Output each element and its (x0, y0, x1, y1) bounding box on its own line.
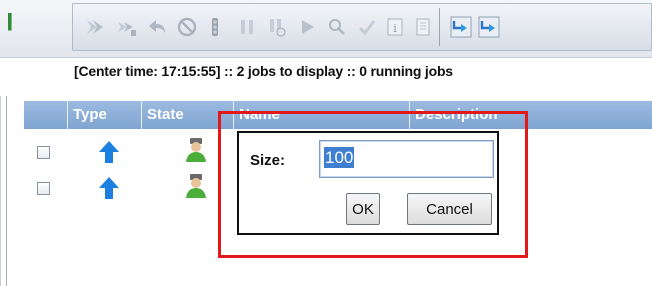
toolbar: ן i (0, 0, 652, 58)
user-green-icon (184, 174, 208, 198)
toolbar-separator (439, 8, 440, 46)
size-label: Size: (250, 152, 286, 169)
row-checkbox[interactable] (37, 182, 50, 195)
row-checkbox[interactable] (37, 146, 50, 159)
size-input-value: 100 (324, 147, 355, 168)
svg-text:i: i (393, 22, 397, 35)
status-line: [Center time: 17:15:55] :: 2 jobs to dis… (74, 63, 453, 79)
arrow-right-icon[interactable] (83, 14, 107, 40)
step-arrow-icon[interactable] (449, 14, 473, 40)
info-icon[interactable]: i (383, 14, 407, 40)
blue-up-arrow-icon (98, 140, 120, 164)
job-monitor-window: ן i [Center time: 17:15:55]:: 2 jobs to… (0, 0, 652, 286)
play-icon[interactable] (295, 14, 319, 40)
column-header-select[interactable] (24, 101, 68, 129)
pause-icon[interactable] (235, 14, 259, 40)
size-input[interactable]: 100 (319, 140, 494, 178)
prohibited-icon[interactable] (175, 14, 199, 40)
magnifier-icon[interactable] (325, 14, 349, 40)
size-dialog: Size: 100 OK Cancel (237, 131, 499, 235)
document-icon[interactable] (411, 14, 435, 40)
ok-button[interactable]: OK (346, 193, 380, 225)
column-header-type[interactable]: Type (68, 101, 142, 129)
arrow-right-multi-icon[interactable] (115, 14, 139, 40)
left-border (0, 96, 1, 286)
pause-clock-icon[interactable] (265, 14, 289, 40)
traffic-light-icon[interactable] (203, 14, 227, 40)
toolbar-button-group: i (72, 3, 652, 51)
left-panel-tab[interactable]: ן (0, 6, 24, 46)
step-arrow-alt-icon[interactable] (477, 14, 501, 40)
blue-up-arrow-icon (98, 176, 120, 200)
user-green-icon (184, 138, 208, 162)
cancel-button[interactable]: Cancel (407, 193, 492, 225)
undo-arrow-icon[interactable] (145, 14, 169, 40)
left-tab-glyph: ן (6, 6, 14, 31)
checkmark-icon[interactable] (355, 14, 379, 40)
